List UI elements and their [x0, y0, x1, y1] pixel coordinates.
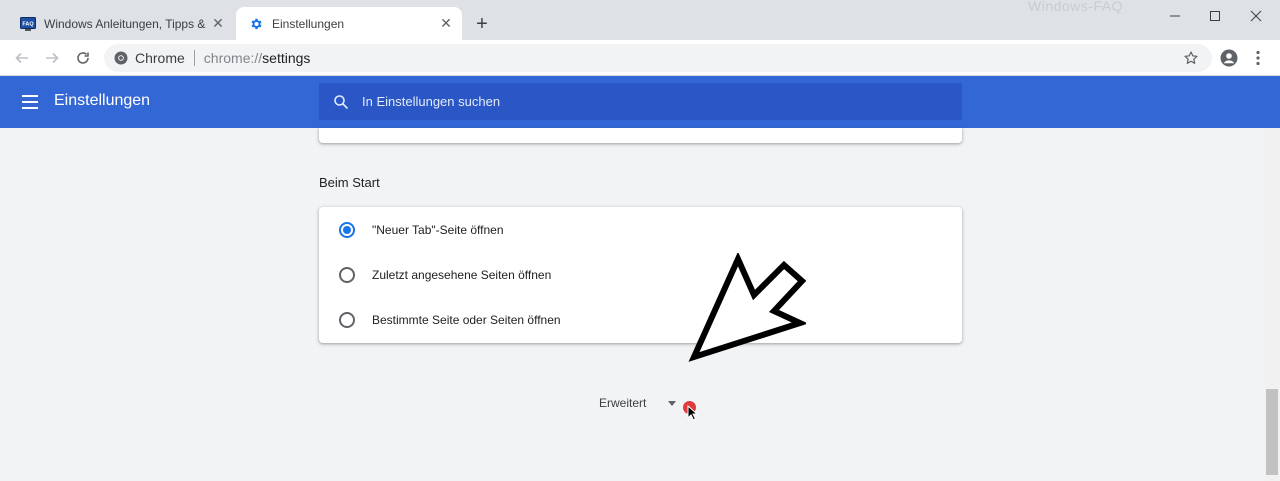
radio-label: Zuletzt angesehene Seiten öffnen	[372, 267, 552, 282]
svg-text:FAQ: FAQ	[22, 21, 34, 27]
bookmark-star-icon[interactable]	[1179, 46, 1203, 70]
radio-option-last-session[interactable]: Zuletzt angesehene Seiten öffnen	[319, 252, 962, 297]
radio-button[interactable]	[339, 266, 355, 283]
gear-icon	[248, 16, 264, 32]
address-bar[interactable]: Chrome chrome://settings	[104, 44, 1212, 72]
scrollbar-thumb[interactable]	[1266, 389, 1278, 475]
radio-option-specific-pages[interactable]: Bestimmte Seite oder Seiten öffnen	[319, 297, 962, 342]
tab-strip: FAQ Windows Anleitungen, Tipps & T ✕ Ein…	[0, 0, 1280, 40]
search-input[interactable]	[362, 94, 942, 109]
advanced-label: Erweitert	[599, 396, 647, 410]
tab-close-icon[interactable]: ✕	[208, 14, 228, 34]
startup-options-card: "Neuer Tab"-Seite öffnen Zuletzt angeseh…	[319, 207, 962, 343]
previous-section-card	[319, 128, 962, 143]
mouse-cursor-icon	[687, 405, 699, 421]
tab-settings[interactable]: Einstellungen ✕	[236, 7, 462, 40]
search-icon	[331, 92, 351, 112]
tab-close-icon[interactable]: ✕	[436, 14, 456, 34]
faq-favicon-icon: FAQ	[20, 16, 36, 32]
forward-arrow-icon[interactable]	[40, 46, 64, 70]
chrome-icon	[113, 50, 129, 66]
watermark: Windows-FAQ	[1028, 0, 1123, 14]
url-path: settings	[262, 50, 311, 66]
radio-button-checked[interactable]	[339, 221, 355, 238]
settings-search[interactable]	[319, 83, 962, 120]
annotation-arrow-icon	[688, 253, 806, 362]
radio-option-new-tab[interactable]: "Neuer Tab"-Seite öffnen	[319, 207, 962, 252]
radio-label: "Neuer Tab"-Seite öffnen	[372, 222, 504, 237]
page-title: Einstellungen	[54, 92, 151, 109]
new-tab-button[interactable]: +	[470, 12, 494, 36]
back-arrow-icon[interactable]	[10, 46, 34, 70]
chevron-down-icon[interactable]	[668, 401, 676, 406]
url-scheme: chrome://	[203, 50, 263, 66]
tab-title: Einstellungen	[272, 16, 345, 31]
radio-button[interactable]	[339, 311, 355, 328]
tab-title: Windows Anleitungen, Tipps & T	[44, 16, 208, 31]
maximize-icon[interactable]	[1200, 4, 1230, 28]
page-scrollbar[interactable]	[1264, 128, 1280, 481]
menu-dots-icon[interactable]	[1246, 46, 1270, 70]
minimize-icon[interactable]	[1160, 4, 1190, 28]
radio-label: Bestimmte Seite oder Seiten öffnen	[372, 312, 561, 327]
browser-toolbar: Chrome chrome://settings	[0, 40, 1280, 76]
site-name: Chrome	[135, 50, 185, 66]
profile-avatar-icon[interactable]	[1217, 46, 1241, 70]
advanced-button[interactable]: Erweitert	[599, 396, 646, 410]
hamburger-menu-icon[interactable]	[22, 92, 44, 112]
settings-header: Einstellungen	[0, 76, 1280, 128]
section-title-startup: Beim Start	[319, 175, 380, 190]
close-window-icon[interactable]	[1241, 4, 1271, 28]
tab-windows-faq[interactable]: FAQ Windows Anleitungen, Tipps & T ✕	[8, 7, 234, 40]
omnibox-separator	[193, 50, 195, 66]
reload-icon[interactable]	[71, 46, 95, 70]
